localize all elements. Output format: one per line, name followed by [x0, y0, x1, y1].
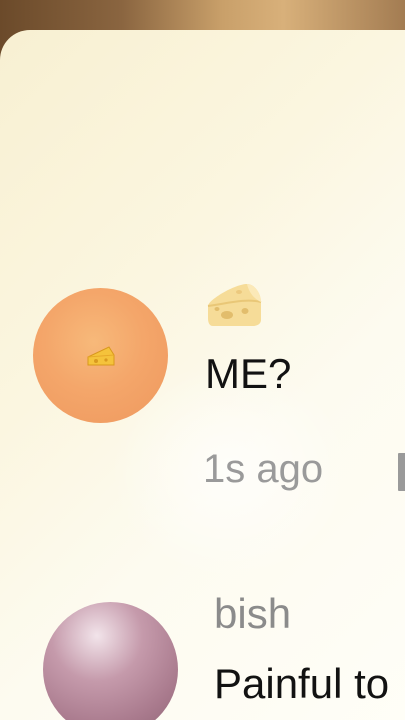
comment-author[interactable]: bish — [214, 590, 291, 638]
comment-text: Painful to — [214, 660, 390, 707]
comment-text: ME? — [205, 350, 292, 397]
cheese-icon — [87, 346, 115, 366]
comment-timestamp: 1s ago — [203, 447, 324, 491]
comments-sheet: ME? 1s ago bish Painful to — [0, 30, 405, 720]
avatar[interactable] — [33, 288, 168, 423]
cheese-icon[interactable] — [205, 280, 263, 328]
avatar[interactable] — [43, 602, 178, 720]
reply-link[interactable] — [398, 453, 405, 491]
